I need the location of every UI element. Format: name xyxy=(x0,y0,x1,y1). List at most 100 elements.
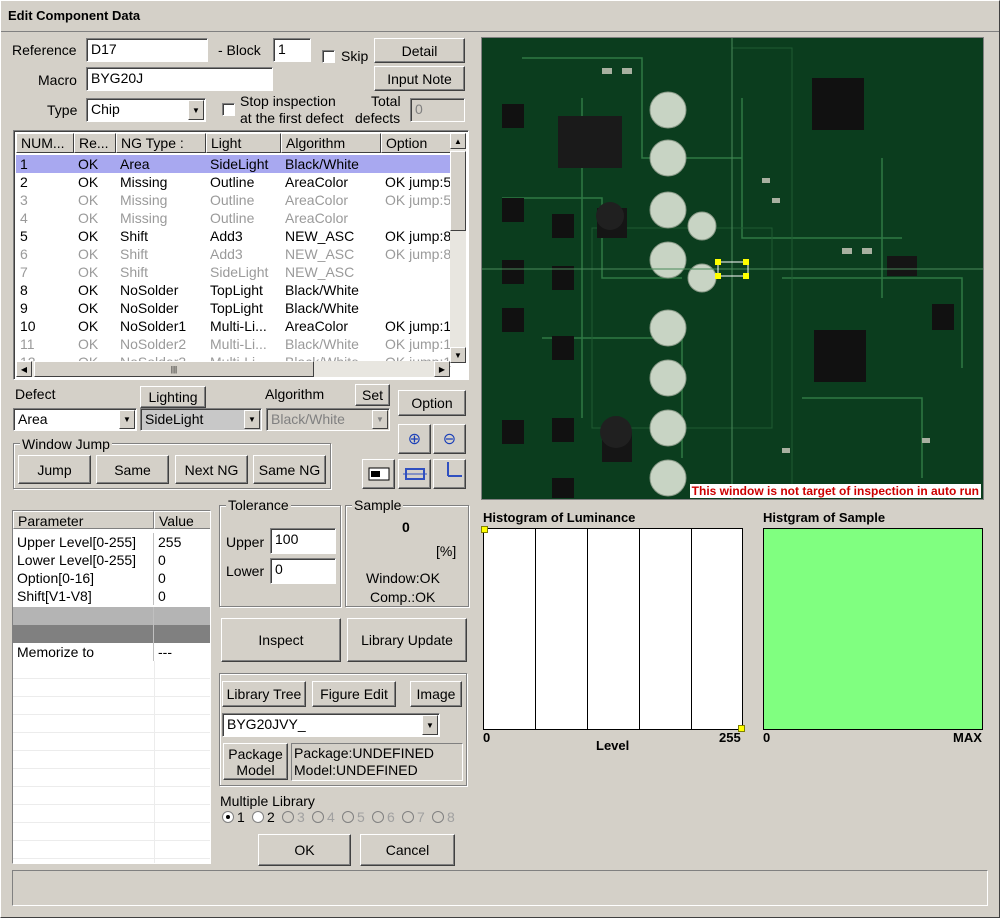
inspect-button[interactable]: Inspect xyxy=(221,618,341,662)
list-cell-ng: Area xyxy=(120,156,150,172)
table-row[interactable]: Upper Level[0-255] 255 xyxy=(13,533,210,551)
defect-select[interactable]: Area ▼ xyxy=(13,408,137,431)
list-item[interactable]: 5 OK Shift Add3 NEW_ASC OK jump:8 xyxy=(16,227,456,245)
list-cell-ng: Shift xyxy=(120,246,149,262)
window-frame-icon[interactable] xyxy=(398,459,431,489)
detail-button[interactable]: Detail xyxy=(374,38,465,63)
list-item[interactable]: 6 OK Shift Add3 NEW_ASC OK jump:8 xyxy=(16,245,456,263)
sample-unit: [%] xyxy=(436,543,457,559)
scroll-right-icon[interactable]: ▶ xyxy=(434,361,450,377)
col-algorithm[interactable]: Algorithm xyxy=(281,133,381,153)
library-slot-radio[interactable] xyxy=(402,811,414,823)
library-slot-label: 1 xyxy=(237,809,245,825)
chevron-down-icon[interactable]: ▼ xyxy=(188,100,204,120)
board-image-view[interactable]: This window is not target of inspection … xyxy=(481,37,984,500)
param-value[interactable]: 0 xyxy=(154,587,210,605)
library-slot-radio-group[interactable]: 1 2 3 4 5 6 7 8 xyxy=(222,809,468,826)
stop-inspection-checkbox[interactable] xyxy=(222,103,235,116)
list-cell-alg: NEW_ASC xyxy=(285,228,355,244)
list-vertical-scrollbar[interactable]: ▲ ▼ xyxy=(450,133,466,363)
library-slot-radio[interactable] xyxy=(252,811,264,823)
library-slot-label: 5 xyxy=(357,809,365,825)
inspection-notice: This window is not target of inspection … xyxy=(689,484,981,498)
param-value[interactable]: 0 xyxy=(154,569,210,587)
option-button[interactable]: Option xyxy=(398,390,466,416)
reference-field[interactable]: D17 xyxy=(86,38,208,62)
set-button[interactable]: Set xyxy=(355,384,390,406)
param-value[interactable]: 0 xyxy=(154,551,210,569)
crosshair-icon-shape xyxy=(446,462,462,477)
list-cell-result: OK xyxy=(78,300,99,316)
scroll-left-icon[interactable]: ◀ xyxy=(16,361,32,377)
macro-field[interactable]: BYG20J xyxy=(86,67,273,91)
list-item[interactable]: 4 OK Missing Outline AreaColor xyxy=(16,209,456,227)
list-item[interactable]: 10 OK NoSolder1 Multi-Li... AreaColor OK jump… xyxy=(16,317,456,335)
image-button[interactable]: Image xyxy=(410,681,462,707)
lighting-select[interactable]: SideLight ▼ xyxy=(140,408,262,431)
inspection-list[interactable]: NUM... Re... NG Type : Light Algorithm O… xyxy=(13,130,469,380)
parameter-grid[interactable]: Parameter Value Upper Level[0-255] 255 L… xyxy=(12,510,211,864)
scroll-up-icon[interactable]: ▲ xyxy=(450,133,466,149)
list-item[interactable]: 8 OK NoSolder TopLight Black/White xyxy=(16,281,456,299)
param-value[interactable]: 255 xyxy=(154,533,210,551)
chevron-down-icon[interactable]: ▼ xyxy=(119,410,135,429)
library-slot-radio[interactable] xyxy=(312,811,324,823)
image-mode-icon-shape xyxy=(368,467,389,481)
list-item[interactable]: 7 OK Shift SideLight NEW_ASC xyxy=(16,263,456,281)
library-tree-button[interactable]: Library Tree xyxy=(222,681,306,707)
table-row[interactable]: Memorize to --- xyxy=(13,643,210,661)
zoom-in-icon[interactable]: ⊕ xyxy=(398,424,431,454)
ok-button[interactable]: OK xyxy=(258,834,351,866)
table-row[interactable]: Option[0-16] 0 xyxy=(13,569,210,587)
list-item[interactable]: 1 OK Area SideLight Black/White xyxy=(16,155,456,173)
lower-field[interactable]: 0 xyxy=(270,558,336,584)
input-note-button[interactable]: Input Note xyxy=(374,66,465,91)
same-button[interactable]: Same xyxy=(96,455,169,484)
library-slot-radio[interactable] xyxy=(342,811,354,823)
package-model-button[interactable]: Package Model xyxy=(223,743,288,780)
col-light[interactable]: Light xyxy=(206,133,281,153)
library-slot-radio[interactable] xyxy=(372,811,384,823)
table-row[interactable]: Shift[V1-V8] 0 xyxy=(13,587,210,605)
table-row[interactable]: Lower Level[0-255] 0 xyxy=(13,551,210,569)
library-slot-radio[interactable] xyxy=(222,811,234,823)
list-item[interactable]: 11 OK NoSolder2 Multi-Li... Black/White OK ju… xyxy=(16,335,456,353)
library-select[interactable]: BYG20JVY_ ▼ xyxy=(222,713,440,737)
histogram-upper-handle[interactable] xyxy=(481,526,488,533)
defect-value: Area xyxy=(18,411,48,427)
type-select[interactable]: Chip ▼ xyxy=(86,98,206,122)
list-item[interactable]: 2 OK Missing Outline AreaColor OK jump:5 xyxy=(16,173,456,191)
col-option[interactable]: Option xyxy=(381,133,454,153)
same-ng-button[interactable]: Same NG xyxy=(253,455,326,484)
next-ng-button[interactable]: Next NG xyxy=(175,455,248,484)
list-item[interactable]: 3 OK Missing Outline AreaColor OK jump:5 xyxy=(16,191,456,209)
memorize-value[interactable]: --- xyxy=(154,643,210,661)
upper-field[interactable]: 100 xyxy=(270,528,336,554)
list-cell-result: OK xyxy=(78,228,99,244)
cancel-button[interactable]: Cancel xyxy=(360,834,455,866)
block-field[interactable]: 1 xyxy=(273,38,311,62)
scroll-thumb[interactable] xyxy=(450,151,466,231)
list-item[interactable]: 9 OK NoSolder TopLight Black/White xyxy=(16,299,456,317)
scroll-down-icon[interactable]: ▼ xyxy=(450,347,466,363)
figure-edit-button[interactable]: Figure Edit xyxy=(312,681,396,707)
image-mode-icon[interactable] xyxy=(362,459,395,489)
luminance-histogram-title: Histogram of Luminance xyxy=(483,510,636,525)
chevron-down-icon[interactable]: ▼ xyxy=(244,410,260,429)
list-horizontal-scrollbar[interactable]: ◀ ||| ▶ xyxy=(16,361,450,377)
col-num[interactable]: NUM... xyxy=(16,133,74,153)
list-cell-result: OK xyxy=(78,192,99,208)
chevron-down-icon[interactable]: ▼ xyxy=(422,715,438,735)
col-result[interactable]: Re... xyxy=(74,133,116,153)
col-ng-type[interactable]: NG Type : xyxy=(116,133,206,153)
list-cell-ng: NoSolder xyxy=(120,282,179,298)
hscroll-thumb[interactable]: ||| xyxy=(34,361,314,377)
library-update-button[interactable]: Library Update xyxy=(347,618,467,662)
library-slot-radio[interactable] xyxy=(282,811,294,823)
library-slot-radio[interactable] xyxy=(432,811,444,823)
crosshair-icon[interactable] xyxy=(433,459,466,489)
zoom-out-icon[interactable]: ⊖ xyxy=(433,424,466,454)
jump-button[interactable]: Jump xyxy=(18,455,91,484)
skip-checkbox[interactable] xyxy=(322,50,335,63)
lighting-button[interactable]: Lighting xyxy=(140,386,206,408)
